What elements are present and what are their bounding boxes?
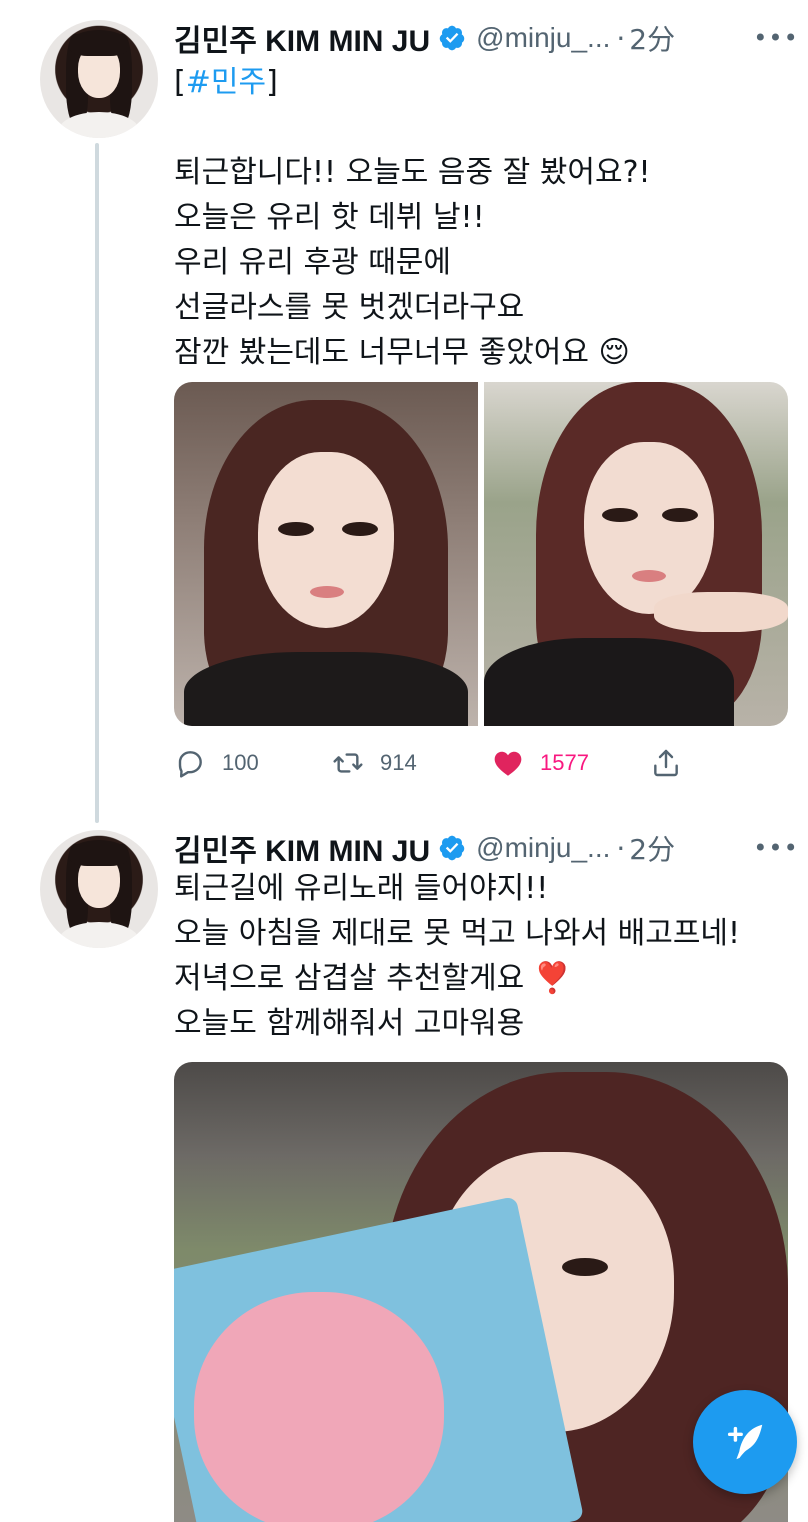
tweet-text-line: 퇴근길에 유리노래 들어야지!! <box>174 871 549 906</box>
tweet-text-line: 오늘은 유리 핫 데뷔 날!! <box>174 200 485 235</box>
tweet-timestamp[interactable]: 2分 <box>629 828 675 868</box>
heart-filled-icon <box>494 751 522 776</box>
header-separator: · <box>616 831 626 865</box>
retweet-icon <box>333 753 363 773</box>
reply-button[interactable]: 100 <box>174 740 259 786</box>
verified-badge-icon <box>439 25 465 51</box>
hashtag-link[interactable]: #민주 <box>186 65 266 100</box>
reply-count: 100 <box>222 750 259 775</box>
compose-tweet-icon <box>727 1424 763 1460</box>
retweet-button[interactable]: 914 <box>332 740 417 786</box>
tweet-text-line: 오늘 아침을 제대로 못 먹고 나와서 배고프네! <box>174 916 741 951</box>
tweet-text-line: 잠깐 봤는데도 너무너무 좋았어요 😌 <box>174 335 630 370</box>
compose-tweet-button[interactable] <box>693 1390 797 1494</box>
tweet-header: 김민주 KIM MIN JU @minju_... · 2分 ••• <box>174 826 798 870</box>
reply-icon <box>178 751 202 778</box>
thread-connector-line <box>95 143 99 823</box>
like-button[interactable]: 1577 <box>492 740 589 786</box>
tweet-text-line: 오늘도 함께해줘서 고마워용 <box>174 1006 525 1041</box>
verified-badge-icon <box>439 835 465 861</box>
toy-figure <box>194 1292 444 1522</box>
tweet-text-line: 퇴근합니다!! 오늘도 음중 잘 봤어요?! <box>174 155 651 190</box>
selfie-photo-car[interactable] <box>484 382 788 726</box>
author-name[interactable]: 김민주 KIM MIN JU <box>174 16 430 60</box>
tweet-text-line: 저녁으로 삼겹살 추천할게요 ❣️ <box>174 961 572 996</box>
author-avatar[interactable] <box>40 20 158 138</box>
tweet-text-line: 선글라스를 못 벗겠더라구요 <box>174 290 525 325</box>
like-count: 1577 <box>540 750 589 775</box>
tweet-timestamp[interactable]: 2分 <box>629 18 675 58</box>
header-separator: · <box>616 21 626 55</box>
selfie-photo[interactable] <box>174 382 478 726</box>
author-name[interactable]: 김민주 KIM MIN JU <box>174 826 430 870</box>
tweet-body: [#민주] 퇴근합니다!! 오늘도 음중 잘 봤어요?! 오늘은 유리 핫 데뷔… <box>174 60 651 375</box>
tweet-actions: 100 914 1577 <box>174 740 734 786</box>
more-horizontal-icon[interactable]: ••• <box>753 20 797 56</box>
author-handle[interactable]: @minju_... <box>476 832 610 864</box>
share-button[interactable] <box>650 740 682 786</box>
hashtag-line: [#민주] <box>174 65 278 100</box>
more-horizontal-icon[interactable]: ••• <box>753 830 797 866</box>
author-handle[interactable]: @minju_... <box>476 22 610 54</box>
tweet-header: 김민주 KIM MIN JU @minju_... · 2分 ••• <box>174 16 798 60</box>
tweet-body: 퇴근길에 유리노래 들어야지!! 오늘 아침을 제대로 못 먹고 나와서 배고프… <box>174 866 740 1046</box>
retweet-count: 914 <box>380 750 417 775</box>
tweet-text-line: 우리 유리 후광 때문에 <box>174 245 452 280</box>
tweet-media-grid <box>174 382 788 726</box>
share-icon <box>654 749 678 777</box>
author-avatar[interactable] <box>40 830 158 948</box>
